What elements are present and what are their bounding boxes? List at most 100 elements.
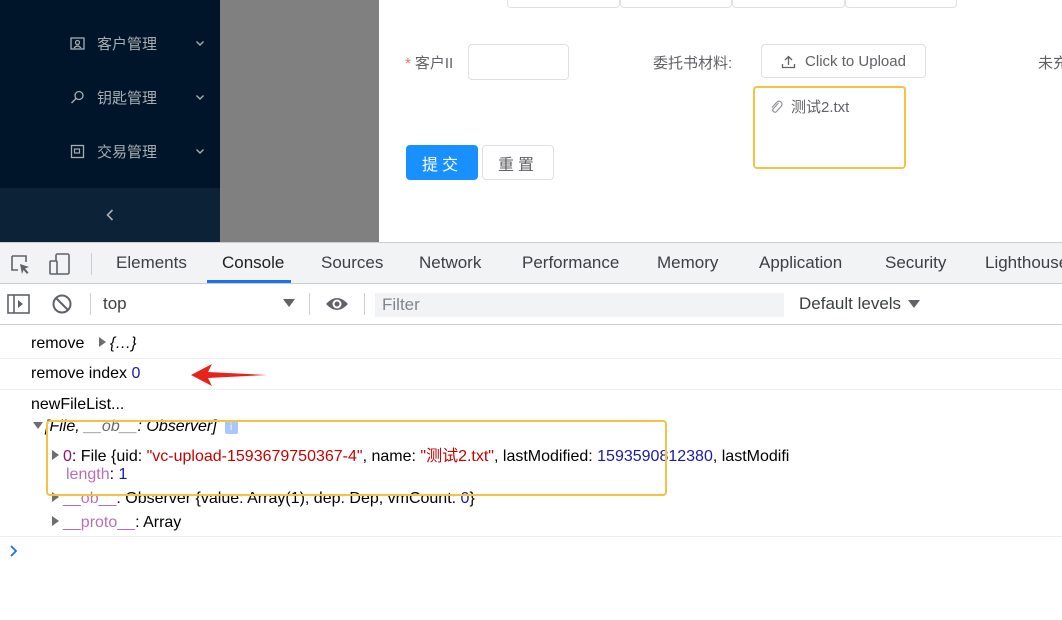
tab-stub <box>845 0 957 8</box>
upload-button-label: Click to Upload <box>805 52 906 70</box>
eye-icon[interactable] <box>325 295 349 313</box>
expand-triangle-icon[interactable] <box>52 516 59 526</box>
expand-triangle-icon[interactable] <box>52 450 59 460</box>
console-text: newFileList... <box>31 396 125 413</box>
console-number: 0 <box>131 365 141 382</box>
tab-network[interactable]: Network <box>419 243 481 283</box>
tab-lighthouse[interactable]: Lighthouse <box>985 243 1062 283</box>
tab-console[interactable]: Console <box>222 243 284 283</box>
expand-triangle-icon[interactable] <box>52 492 59 502</box>
ob-key: __ob__ <box>63 490 117 507</box>
item-text: , lastModified: <box>494 448 598 465</box>
upload-icon <box>781 55 796 68</box>
sidebar-item-customer[interactable]: 客户管理 <box>0 16 220 70</box>
chevron-down-icon <box>196 149 204 154</box>
log-levels-dropdown[interactable]: Default levels <box>799 284 921 324</box>
inspect-element-icon[interactable] <box>9 253 31 275</box>
sidebar-item-transaction[interactable]: 交易管理 <box>0 124 220 178</box>
item-key: 0 <box>63 448 72 465</box>
array-close: : Observer] <box>137 418 217 435</box>
active-tab-indicator <box>207 280 291 283</box>
customer-icon <box>70 36 85 50</box>
modal-overlay <box>220 0 379 242</box>
collapse-triangle-icon[interactable] <box>33 422 43 429</box>
sidebar-item-label: 交易管理 <box>97 143 158 161</box>
length-key: length <box>66 466 110 483</box>
console-text: remove index <box>31 365 128 382</box>
console-prompt-icon[interactable] <box>9 544 19 558</box>
tab-performance[interactable]: Performance <box>522 243 619 283</box>
array-open: [File, <box>45 418 85 435</box>
expand-triangle-icon[interactable] <box>98 337 106 347</box>
upload-button[interactable]: Click to Upload <box>761 44 926 78</box>
device-toolbar-icon[interactable] <box>48 253 72 275</box>
paperclip-icon <box>771 100 783 113</box>
sidebar: 客户管理 钥匙管理 交易管理 <box>0 0 220 242</box>
item-uid: "vc-upload-1593679750367-4" <box>146 448 363 465</box>
item-name: "测试2.txt" <box>420 448 494 465</box>
devtools-tabbar: Elements Console Sources Network Perform… <box>0 243 1062 284</box>
chevron-left-icon <box>106 209 114 221</box>
array-ob: __ob__ <box>84 418 138 435</box>
chevron-down-icon <box>196 95 204 100</box>
reset-button[interactable]: 重置 <box>482 145 554 180</box>
sidebar-item-key[interactable]: 钥匙管理 <box>0 70 220 124</box>
app-area: 客户管理 钥匙管理 交易管理 * 客户II 委托书材料: Click to Up… <box>0 0 1062 242</box>
info-icon[interactable]: i <box>224 421 238 434</box>
dropdown-arrow-icon <box>908 300 921 308</box>
item-text: , name: <box>362 448 421 465</box>
submit-button[interactable]: 提交 <box>406 145 478 180</box>
console-toolbar: top Default levels <box>0 284 1062 325</box>
red-arrow-annotation <box>191 364 267 386</box>
console-message: newFileList... [File, __ob__: Observer] i… <box>0 390 1062 537</box>
item-text: : File {uid: <box>71 448 147 465</box>
sidebar-collapse-button[interactable] <box>0 188 220 242</box>
console-object[interactable]: {…} <box>110 335 137 352</box>
tab-security[interactable]: Security <box>885 243 946 283</box>
truncated-label: 未充 <box>1038 55 1062 72</box>
dropdown-arrow-icon[interactable] <box>283 298 295 308</box>
upload-file-list: 测试2.txt <box>753 86 906 169</box>
array-ob[interactable]: __ob__: Observer {value: Array(1), dep: … <box>52 490 475 508</box>
uploaded-file-item[interactable]: 测试2.txt <box>769 96 849 117</box>
tab-memory[interactable]: Memory <box>657 243 718 283</box>
customer-label-text: 客户II <box>414 55 454 72</box>
key-icon <box>71 90 84 103</box>
toolbar-divider <box>90 293 91 315</box>
ob-text: : Observer {value: Array(1), dep: Dep, v… <box>116 490 461 507</box>
tab-stub <box>507 0 620 8</box>
console-text: remove <box>31 335 85 352</box>
tab-elements[interactable]: Elements <box>116 243 187 283</box>
material-label: 委托书材料: <box>653 55 733 72</box>
item-last-modified: 1593590812380 <box>597 448 713 465</box>
chevron-down-icon <box>196 41 204 46</box>
filter-input[interactable] <box>374 292 785 318</box>
uploaded-file-name: 测试2.txt <box>791 99 850 116</box>
console-message: remove {…} <box>0 324 1062 359</box>
toolbar-divider <box>309 293 310 315</box>
tab-stub <box>620 0 732 8</box>
array-proto[interactable]: __proto__: Array <box>52 514 181 532</box>
tab-stub <box>732 0 845 8</box>
console-line: remove {…} <box>31 335 137 353</box>
array-summary[interactable]: [File, __ob__: Observer] i <box>33 418 238 436</box>
required-mark: * <box>405 55 411 72</box>
sidebar-item-label: 客户管理 <box>97 35 158 53</box>
proto-key: __proto__ <box>63 514 136 531</box>
tab-application[interactable]: Application <box>759 243 842 283</box>
sidebar-item-label: 钥匙管理 <box>97 89 158 107</box>
proto-value: : Array <box>135 514 182 531</box>
show-sidebar-icon[interactable] <box>7 293 31 315</box>
context-selector[interactable]: top <box>103 284 127 324</box>
array-item-0[interactable]: 0: File {uid: "vc-upload-1593679750367-4… <box>52 442 789 466</box>
form-panel <box>379 0 1062 242</box>
toolbar-divider <box>91 253 92 275</box>
ob-close: } <box>469 490 475 507</box>
array-length: length: 1 <box>66 466 128 483</box>
clear-console-icon[interactable] <box>51 293 73 315</box>
item-text: , lastModifi <box>712 448 790 465</box>
length-value: 1 <box>118 466 128 483</box>
tab-sources[interactable]: Sources <box>321 243 383 283</box>
customer-input[interactable] <box>468 44 569 80</box>
console-line: remove index 0 <box>31 365 140 383</box>
